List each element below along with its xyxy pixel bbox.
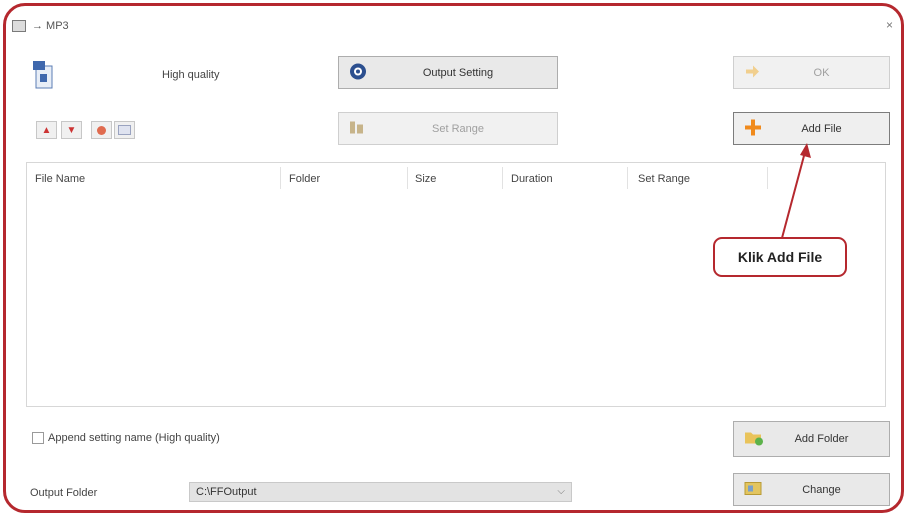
column-file-name[interactable]: File Name — [35, 173, 85, 185]
set-range-icon — [349, 119, 365, 138]
column-divider — [502, 167, 503, 189]
column-divider — [627, 167, 628, 189]
change-button[interactable]: Change — [733, 473, 890, 506]
chevron-down-icon: ⌵ — [557, 486, 565, 497]
column-size[interactable]: Size — [415, 173, 436, 185]
profile-file-icon — [32, 60, 54, 90]
output-folder-label: Output Folder — [30, 487, 98, 499]
column-divider — [280, 167, 281, 189]
output-folder-value: C:\FFOutput — [196, 486, 257, 498]
close-icon[interactable]: × — [886, 18, 893, 32]
plus-icon — [744, 118, 762, 139]
output-folder-select[interactable]: C:\FFOutput ⌵ — [189, 482, 572, 502]
remove-icon[interactable] — [91, 121, 112, 139]
append-setting-option[interactable]: Append setting name (High quality) — [32, 432, 220, 444]
ok-button[interactable]: OK — [733, 56, 890, 89]
column-set-range[interactable]: Set Range — [638, 173, 690, 185]
output-setting-button[interactable]: Output Setting — [338, 56, 558, 89]
move-up-icon[interactable]: ▲ — [36, 121, 57, 139]
add-folder-icon — [744, 429, 764, 450]
column-duration[interactable]: Duration — [511, 173, 553, 185]
title-bar: → MP3 — [12, 20, 69, 32]
ok-arrow-icon — [744, 63, 760, 82]
clear-icon[interactable] — [114, 121, 135, 139]
file-list[interactable]: File Name Folder Size Duration Set Range — [26, 162, 886, 407]
add-folder-button[interactable]: Add Folder — [733, 421, 890, 457]
set-range-button[interactable]: Set Range — [338, 112, 558, 145]
annotation-callout: Klik Add File — [713, 237, 847, 277]
column-divider — [407, 167, 408, 189]
folder-icon — [744, 480, 762, 499]
quality-label: High quality — [162, 69, 220, 81]
window-title: → MP3 — [32, 20, 69, 32]
app-icon — [12, 20, 26, 32]
move-down-icon[interactable]: ▼ — [61, 121, 82, 139]
column-folder[interactable]: Folder — [289, 173, 320, 185]
append-setting-label: Append setting name (High quality) — [48, 432, 220, 444]
append-setting-checkbox[interactable] — [32, 432, 44, 444]
annotation-arrow — [781, 143, 811, 239]
output-setting-icon — [349, 62, 367, 83]
